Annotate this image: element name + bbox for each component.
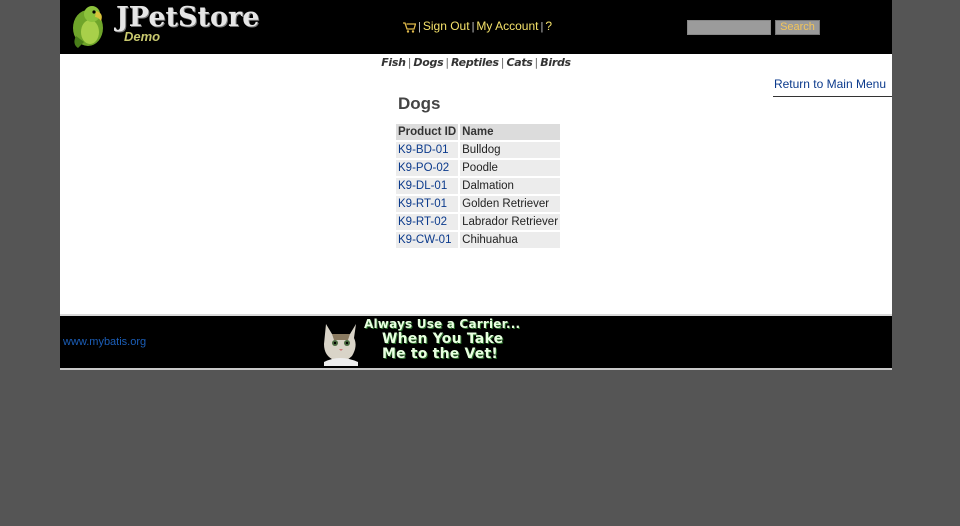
catalog: Dogs Product ID Name K9-BD-01 Bulldog K9… (394, 94, 562, 250)
product-name-cell: Dalmation (460, 178, 561, 194)
cat-image-icon (324, 324, 358, 366)
products-table: Product ID Name K9-BD-01 Bulldog K9-PO-0… (394, 122, 562, 250)
table-row: K9-PO-02 Poodle (396, 160, 561, 176)
column-header-name: Name (460, 124, 561, 140)
product-id-cell: K9-DL-01 (396, 178, 459, 194)
parrot-logo-icon (73, 6, 103, 48)
product-id-link[interactable]: K9-RT-02 (398, 216, 447, 228)
product-name-cell: Golden Retriever (460, 196, 561, 212)
product-name-cell: Chihuahua (460, 232, 561, 248)
quicklink-separator: | (445, 56, 450, 69)
product-id-link[interactable]: K9-DL-01 (398, 180, 447, 192)
banner-line: Me to the Vet! (382, 346, 498, 362)
quicklink-reptiles[interactable]: Reptiles (451, 56, 499, 69)
main-content: Return to Main Menu Dogs Product ID Name… (60, 74, 892, 316)
product-id-cell: K9-RT-01 (396, 196, 459, 212)
product-id-cell: K9-RT-02 (396, 214, 459, 230)
search-button[interactable]: Search (775, 20, 820, 35)
quicklink-separator: | (534, 56, 539, 69)
product-id-cell: K9-PO-02 (396, 160, 459, 176)
product-name-cell: Labrador Retriever (460, 214, 561, 230)
mybatis-link[interactable]: www.mybatis.org (63, 336, 146, 348)
column-header-product-id: Product ID (396, 124, 459, 140)
search-form: Search (687, 20, 820, 35)
category-title: Dogs (398, 94, 441, 113)
return-to-main-menu-link[interactable]: Return to Main Menu (774, 77, 886, 91)
product-name-cell: Poodle (460, 160, 561, 176)
table-row: K9-RT-01 Golden Retriever (396, 196, 561, 212)
banner-line: When You Take (382, 331, 504, 347)
footer: www.mybatis.org Always Use a Carrier... … (60, 316, 892, 370)
table-row: K9-BD-01 Bulldog (396, 142, 561, 158)
table-row: K9-RT-02 Labrador Retriever (396, 214, 561, 230)
my-account-link[interactable]: My Account (476, 19, 538, 33)
sign-out-link[interactable]: Sign Out (423, 19, 470, 33)
quicklink-fish[interactable]: Fish (381, 56, 406, 69)
product-id-link[interactable]: K9-BD-01 (398, 144, 449, 156)
logo[interactable]: JPetStore Demo (68, 2, 259, 48)
quick-links-bar: Fish | Dogs | Reptiles | Cats | Birds (60, 54, 892, 74)
product-id-cell: K9-BD-01 (396, 142, 459, 158)
quicklink-cats[interactable]: Cats (506, 56, 532, 69)
banner-ad[interactable]: Always Use a Carrier... When You Take Me… (318, 316, 558, 366)
help-link[interactable]: ? (545, 19, 552, 33)
table-row: K9-DL-01 Dalmation (396, 178, 561, 194)
search-input[interactable] (687, 20, 771, 35)
product-id-link[interactable]: K9-PO-02 (398, 162, 449, 174)
quicklink-birds[interactable]: Birds (540, 56, 571, 69)
back-link-container: Return to Main Menu (773, 76, 892, 97)
menu-separator: | (540, 21, 544, 33)
menu-separator: | (471, 21, 475, 33)
brand-subtitle: Demo (124, 29, 161, 44)
header-menu: | Sign Out | My Account |? (403, 19, 552, 33)
quicklink-dogs[interactable]: Dogs (413, 56, 443, 69)
quicklink-separator: | (407, 56, 412, 69)
table-header-row: Product ID Name (396, 124, 561, 140)
page-wrapper: JPetStore Demo | Sign Out | My Account |? Se… (60, 0, 892, 370)
quicklink-separator: | (500, 56, 505, 69)
header: JPetStore Demo | Sign Out | My Account |? Se… (60, 0, 892, 54)
menu-separator: | (418, 21, 421, 33)
product-name-cell: Bulldog (460, 142, 561, 158)
banner-text: Always Use a Carrier... When You Take Me… (364, 317, 520, 362)
product-id-cell: K9-CW-01 (396, 232, 459, 248)
product-id-link[interactable]: K9-CW-01 (398, 234, 451, 246)
banner-line: Always Use a Carrier... (364, 317, 521, 331)
cart-icon[interactable] (403, 22, 416, 33)
product-id-link[interactable]: K9-RT-01 (398, 198, 447, 210)
table-row: K9-CW-01 Chihuahua (396, 232, 561, 248)
